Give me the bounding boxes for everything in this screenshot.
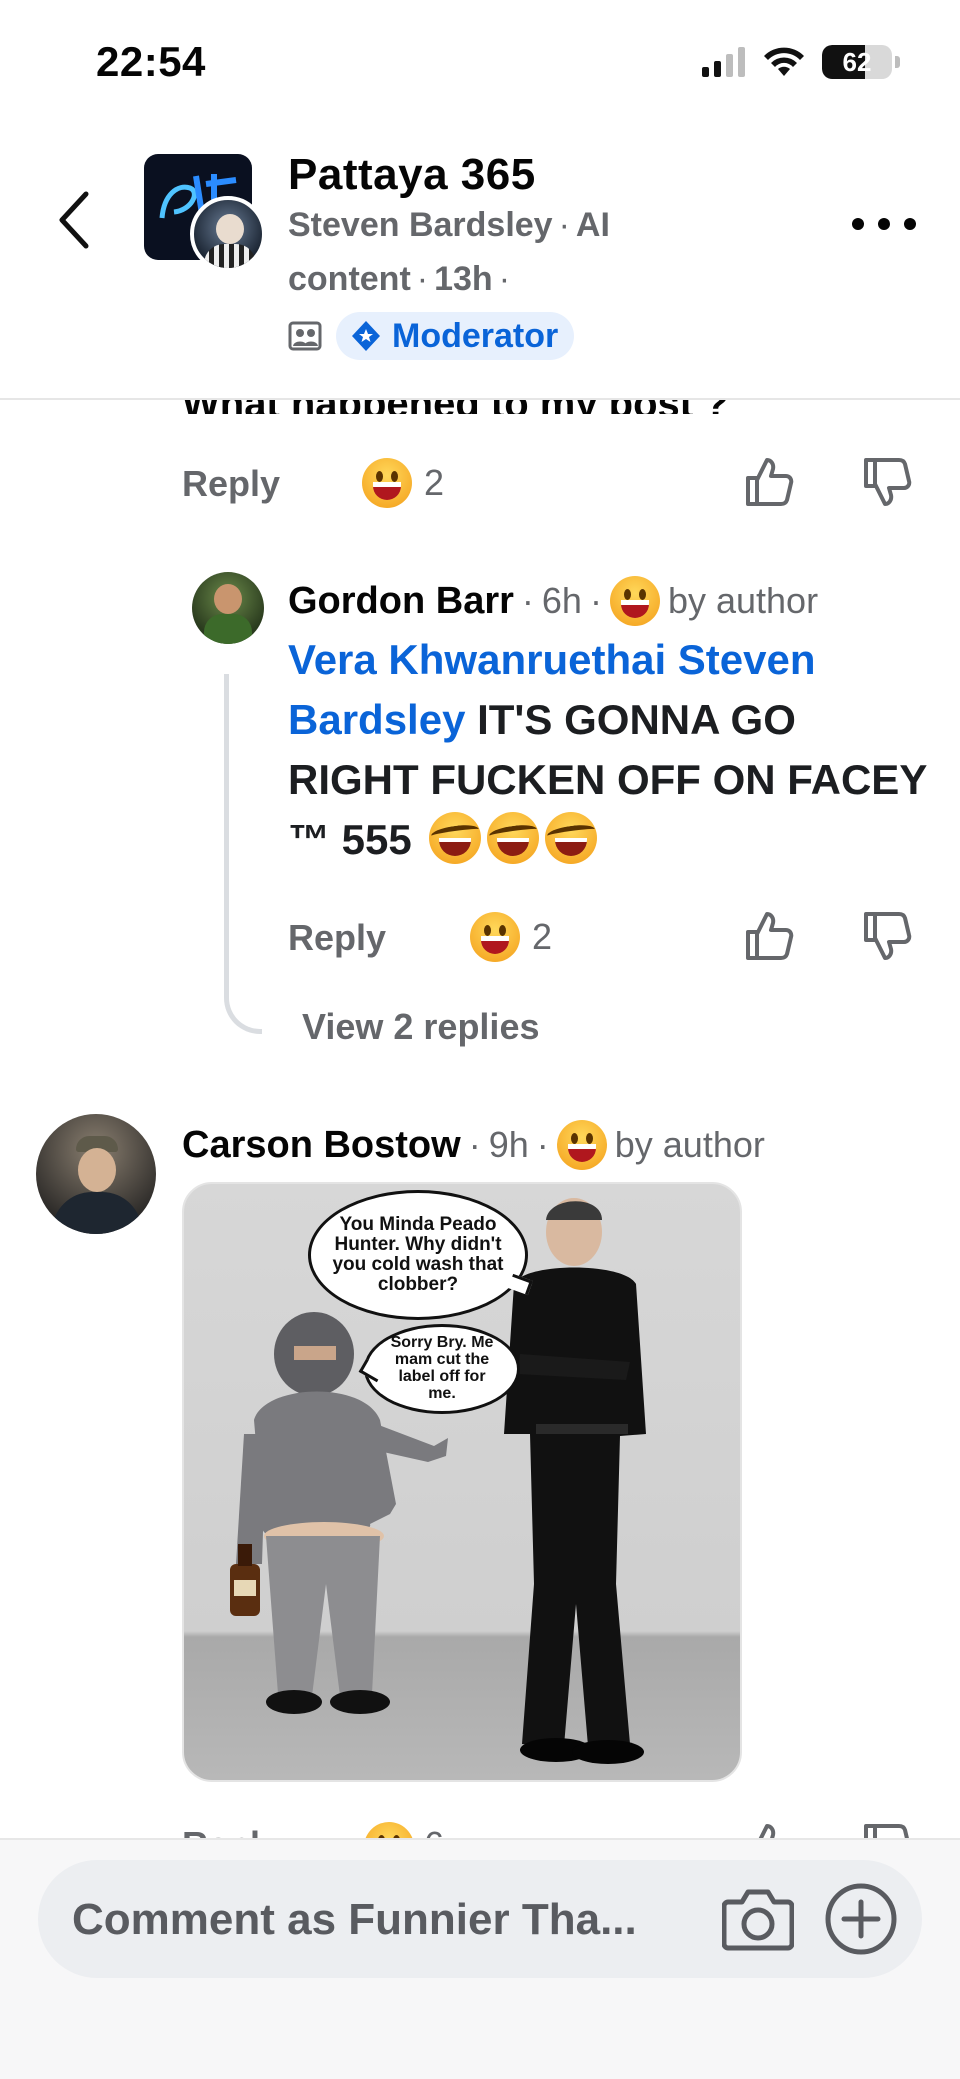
chevron-left-icon bbox=[59, 191, 89, 249]
status-bar: 22:54 62 bbox=[0, 0, 960, 120]
status-time: 22:54 bbox=[96, 38, 206, 85]
author-avatar[interactable] bbox=[190, 196, 266, 272]
haha-reaction-icon bbox=[609, 576, 660, 626]
comment-separator: · bbox=[589, 580, 602, 621]
comment-time: 6h bbox=[541, 580, 582, 621]
battery-tip bbox=[895, 56, 900, 68]
moderator-shield-icon bbox=[352, 321, 380, 351]
mention-link[interactable]: Vera Khwanruethai bbox=[288, 636, 666, 683]
ai-tag-content: content bbox=[288, 260, 411, 298]
view-replies-link[interactable]: View 2 replies bbox=[302, 1006, 539, 1048]
more-options-button[interactable] bbox=[852, 204, 916, 244]
comment-input[interactable] bbox=[72, 1890, 732, 1950]
battery-icon: 62 bbox=[822, 45, 892, 79]
reaction-summary[interactable]: 2 bbox=[470, 912, 552, 962]
rolling-laughing-emoji-icon bbox=[429, 812, 482, 864]
cellular-signal-icon bbox=[702, 47, 745, 77]
comment-actions-cutoff: Reply 6 bbox=[0, 1820, 960, 1838]
haha-reaction-icon bbox=[362, 458, 412, 508]
back-button[interactable] bbox=[48, 180, 98, 260]
moderator-label: Moderator bbox=[392, 316, 559, 355]
reply-button[interactable]: Reply bbox=[288, 917, 386, 959]
post-meta-line-2: content · 13h · bbox=[288, 260, 511, 298]
haha-reaction-icon bbox=[556, 1120, 607, 1170]
by-author-label: by author bbox=[667, 580, 819, 621]
reaction-count: 2 bbox=[532, 916, 553, 957]
rolling-laughing-emoji-icon bbox=[545, 812, 598, 864]
thumbs-down-icon[interactable] bbox=[858, 454, 914, 510]
comment-actions: Reply bbox=[288, 908, 386, 968]
comment-composer bbox=[38, 1860, 922, 1978]
rolling-laughing-emoji-icon bbox=[487, 812, 540, 864]
speech-bubble: Sorry Bry. Me mam cut the label off for … bbox=[364, 1324, 520, 1414]
haha-reaction-icon bbox=[470, 912, 520, 962]
reaction-count: 6 bbox=[424, 1824, 444, 1838]
thumbs-up-icon[interactable] bbox=[740, 908, 796, 964]
reply-button[interactable]: Reply bbox=[182, 463, 280, 505]
thread-connector bbox=[224, 674, 262, 1034]
add-attachment-icon[interactable] bbox=[824, 1882, 898, 1956]
avatar-hoodie bbox=[52, 1192, 142, 1234]
group-name[interactable]: Pattaya 365 bbox=[288, 150, 536, 200]
more-dot bbox=[904, 218, 916, 230]
reply-button[interactable]: Reply bbox=[182, 1824, 280, 1838]
comment-body: Vera Khwanruethai Steven Bardsley IT'S G… bbox=[288, 630, 928, 870]
post-time: 13h bbox=[434, 260, 493, 298]
haha-reaction-icon bbox=[364, 1822, 414, 1838]
commenter-name[interactable]: Gordon Barr bbox=[288, 580, 514, 623]
badge-row: Moderator bbox=[288, 312, 575, 360]
avatar-face bbox=[78, 1148, 116, 1192]
comment-separator: · bbox=[521, 580, 534, 621]
by-author-label: by author bbox=[614, 1124, 765, 1165]
more-dot bbox=[852, 218, 864, 230]
group-members-icon bbox=[288, 321, 322, 351]
battery-percent: 62 bbox=[842, 46, 872, 77]
commenter-name[interactable]: Carson Bostow bbox=[182, 1124, 461, 1167]
moderator-badge: Moderator bbox=[336, 312, 575, 360]
post-header: Pattaya 365 Steven Bardsley · AI content · 1… bbox=[0, 120, 960, 400]
camera-icon[interactable] bbox=[722, 1886, 794, 1952]
more-dot bbox=[878, 218, 890, 230]
author-face bbox=[216, 214, 244, 244]
status-icons: 62 bbox=[702, 44, 900, 80]
avatar-face bbox=[214, 584, 242, 614]
commenter-avatar[interactable] bbox=[36, 1114, 156, 1234]
comment-author-line: Gordon Barr · 6h · by author bbox=[288, 576, 818, 626]
ai-tag: AI bbox=[575, 206, 610, 244]
thumbs-down-icon[interactable] bbox=[858, 908, 914, 964]
speech-bubble: You Minda Peado Hunter. Why didn't you c… bbox=[308, 1190, 528, 1320]
comment-author-line: Carson Bostow · 9h · by author bbox=[182, 1120, 765, 1170]
avatar-shirt bbox=[204, 614, 252, 644]
comment-meme-image[interactable]: You Minda Peado Hunter. Why didn't you c… bbox=[182, 1182, 742, 1782]
author-shirt bbox=[204, 244, 256, 268]
thumbs-down-icon[interactable] bbox=[858, 1820, 914, 1838]
thumbs-up-icon[interactable] bbox=[740, 1820, 796, 1838]
post-meta-line: Steven Bardsley · AI bbox=[288, 206, 610, 244]
commenter-avatar[interactable] bbox=[192, 572, 264, 644]
previous-comment-actions: Reply bbox=[182, 454, 280, 514]
comment-time: 9h bbox=[488, 1124, 529, 1165]
comment-separator: · bbox=[468, 1124, 481, 1165]
reaction-summary[interactable]: 2 bbox=[362, 458, 444, 508]
comment-separator: · bbox=[536, 1124, 549, 1165]
thumbs-up-icon[interactable] bbox=[740, 454, 796, 510]
wifi-icon bbox=[764, 47, 804, 76]
reaction-count: 2 bbox=[424, 462, 445, 503]
comment-composer-bar bbox=[0, 1838, 960, 2079]
author-name[interactable]: Steven Bardsley bbox=[288, 206, 553, 244]
